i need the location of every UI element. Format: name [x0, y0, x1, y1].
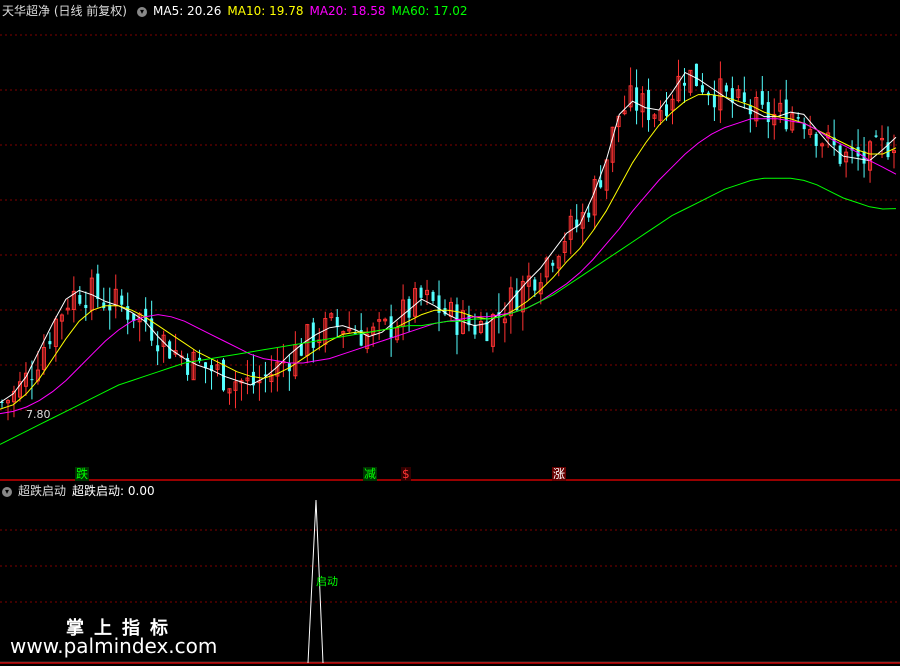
ma10-label: MA10: 19.78	[227, 4, 304, 18]
ma20-label: MA20: 18.58	[309, 4, 386, 18]
stock-title: 天华超净 (日线 前复权)	[2, 4, 127, 18]
candle-down	[551, 262, 555, 266]
candle-down	[335, 316, 339, 328]
candle-down	[353, 332, 357, 334]
candle-down	[587, 212, 591, 218]
ma5-label: MA5: 20.26	[153, 4, 222, 18]
candle-down	[730, 88, 734, 103]
ma20-line	[0, 118, 897, 415]
candle-down	[700, 85, 704, 93]
candle-down	[102, 302, 106, 309]
candle-down	[682, 82, 686, 86]
candle-down	[533, 279, 537, 291]
kline-chart	[0, 34, 900, 664]
low-price-label: 7.80	[26, 408, 51, 421]
candle-down	[760, 91, 764, 105]
dropdown-icon[interactable]: ▾	[2, 486, 12, 497]
candle-down	[96, 273, 100, 299]
candle-down	[156, 345, 160, 352]
signal-dollar: $	[401, 467, 411, 481]
candle-down	[814, 133, 818, 146]
candle-down	[120, 295, 124, 305]
candle-down	[724, 85, 728, 92]
candle-down	[635, 87, 639, 111]
candle-down	[796, 117, 800, 119]
candle-down	[473, 324, 477, 335]
ma60-label: MA60: 17.02	[391, 4, 468, 18]
candle-down	[599, 180, 603, 188]
candle-down	[168, 341, 172, 359]
candle-down	[78, 295, 82, 304]
candlesticks	[0, 59, 896, 421]
indicator-title: 超跌启动	[18, 484, 67, 498]
ma10-line	[0, 94, 897, 410]
candle-down	[485, 321, 489, 342]
candle-down	[431, 291, 435, 301]
indicator-value: 超跌启动: 0.00	[72, 484, 155, 498]
dropdown-icon[interactable]: ▾	[137, 6, 147, 17]
candle-down	[694, 63, 698, 87]
signal-zhang: 涨	[552, 467, 567, 481]
watermark-url: www.palmindex.com	[10, 634, 218, 658]
candle-down	[84, 304, 88, 309]
ma-lines	[0, 71, 897, 445]
sub-header: ▾ 超跌启动 超跌启动: 0.00	[2, 484, 161, 498]
grid-lines	[0, 34, 900, 664]
ma5-line	[0, 71, 897, 404]
signal-jian: 减	[363, 467, 378, 481]
candle-down	[665, 104, 669, 116]
candle-down	[144, 308, 148, 323]
candle-down	[389, 316, 393, 338]
main-header: 天华超净 (日线 前复权) ▾ MA5: 20.26 MA10: 19.78 MA20:…	[2, 4, 474, 18]
candle-down	[48, 341, 52, 345]
candle-down	[742, 92, 746, 103]
spike-label: 启动	[316, 575, 338, 588]
candle-down	[419, 287, 423, 298]
candle-down	[874, 135, 878, 137]
candle-down	[647, 89, 651, 121]
candle-down	[712, 94, 716, 108]
candle-down	[30, 379, 34, 381]
signal-die: 跌	[75, 467, 90, 481]
